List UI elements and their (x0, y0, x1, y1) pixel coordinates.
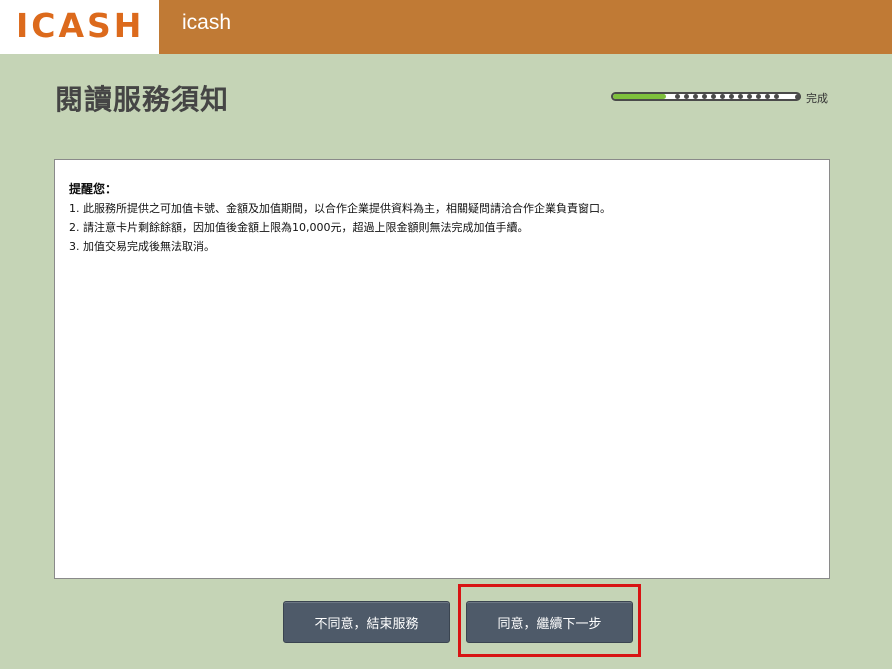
icash-logo: icash (16, 6, 145, 45)
agree-continue-button[interactable]: 同意，繼續下一步 (466, 601, 633, 643)
progress-step-dot (738, 94, 743, 99)
progress-step-dot (684, 94, 689, 99)
progress-step-dot (675, 94, 680, 99)
progress-steps (675, 94, 779, 99)
progress-end-dot (795, 94, 801, 100)
progress-step-dot (711, 94, 716, 99)
progress-step-dot (765, 94, 770, 99)
progress-step-dot (702, 94, 707, 99)
progress-step-dot (747, 94, 752, 99)
disagree-end-service-button[interactable]: 不同意，結束服務 (283, 601, 450, 643)
notice-line: 1. 此服務所提供之可加值卡號、金額及加值期間，以合作企業提供資料為主，相關疑問… (69, 202, 611, 215)
progress-step-dot (729, 94, 734, 99)
logo-container[interactable]: icash (0, 0, 159, 54)
notice-heading: 提醒您： (69, 182, 118, 196)
progress-step-dot (756, 94, 761, 99)
app-name: icash (182, 11, 232, 34)
progress-step-dot (720, 94, 725, 99)
notice-line: 2. 請注意卡片剩餘餘額，因加值後金額上限為10,000元，超過上限金額則無法完… (69, 221, 529, 234)
notice-content: 提醒您： 1. 此服務所提供之可加值卡號、金額及加值期間，以合作企業提供資料為主… (69, 180, 611, 256)
notice-line: 3. 加值交易完成後無法取消。 (69, 240, 215, 253)
progress-complete-label: 完成 (806, 92, 828, 105)
progress-step-dot (774, 94, 779, 99)
service-notice-panel[interactable]: 提醒您： 1. 此服務所提供之可加值卡號、金額及加值期間，以合作企業提供資料為主… (54, 159, 830, 579)
top-header-bar: icash icash (0, 0, 892, 54)
progress-indicator: 完成 (611, 90, 831, 105)
page-title: 閱讀服務須知 (55, 83, 230, 116)
progress-fill (613, 94, 666, 99)
progress-step-dot (693, 94, 698, 99)
